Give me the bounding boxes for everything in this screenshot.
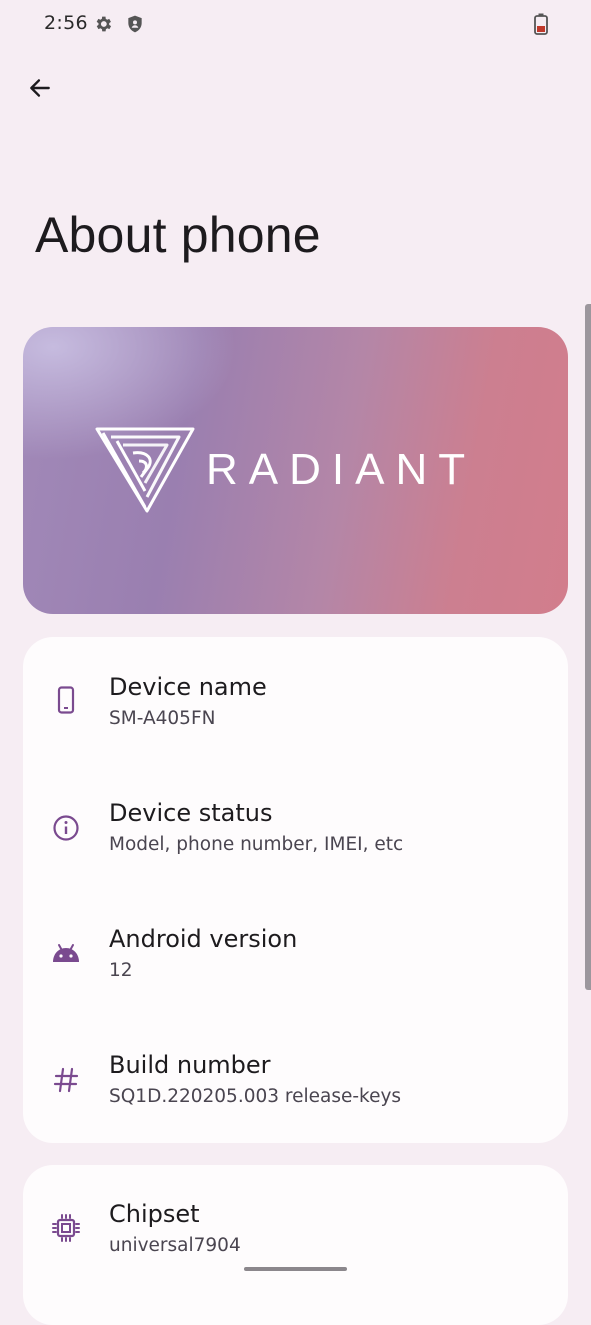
radiant-logo: [95, 427, 195, 513]
chip-icon: [51, 1213, 81, 1243]
back-button[interactable]: [20, 68, 60, 108]
arrow-left-icon: [30, 79, 50, 97]
battery-icon: [534, 13, 548, 35]
build-number-row[interactable]: Build number SQ1D.220205.003 release-key…: [23, 1015, 568, 1141]
row-title: Device status: [109, 799, 273, 827]
android-version-row[interactable]: Android version 12: [23, 889, 568, 1015]
brand-banner: RADIANT: [23, 327, 568, 614]
info-icon: [51, 813, 81, 843]
hash-icon: [51, 1065, 81, 1095]
shield-icon: [128, 15, 142, 33]
row-title: Build number: [109, 1051, 271, 1079]
phone-icon: [51, 685, 81, 715]
brand-name: RADIANT: [206, 445, 477, 494]
page-title: About phone: [35, 207, 321, 263]
row-title: Chipset: [109, 1200, 200, 1228]
status-time: 2:56: [44, 12, 88, 34]
row-subtitle: SM-A405FN: [109, 708, 216, 729]
hardware-info-card: Chipset universal7904: [23, 1165, 568, 1325]
row-subtitle: SQ1D.220205.003 release-keys: [109, 1086, 402, 1107]
scrollbar[interactable]: [585, 304, 591, 990]
device-status-row[interactable]: Device status Model, phone number, IMEI,…: [23, 763, 568, 889]
row-subtitle: 12: [109, 960, 133, 981]
gear-icon: [96, 16, 112, 32]
device-name-row[interactable]: Device name SM-A405FN: [23, 637, 568, 763]
android-icon: [51, 939, 81, 969]
gesture-nav-handle[interactable]: [244, 1267, 347, 1271]
row-title: Android version: [109, 925, 298, 953]
device-info-card: Device name SM-A405FN Device status Mode…: [23, 637, 568, 1143]
row-subtitle: universal7904: [109, 1235, 241, 1256]
row-title: Device name: [109, 673, 267, 701]
status-bar: 2:56: [0, 0, 591, 50]
chipset-row[interactable]: Chipset universal7904: [23, 1165, 568, 1291]
row-subtitle: Model, phone number, IMEI, etc: [109, 834, 404, 855]
